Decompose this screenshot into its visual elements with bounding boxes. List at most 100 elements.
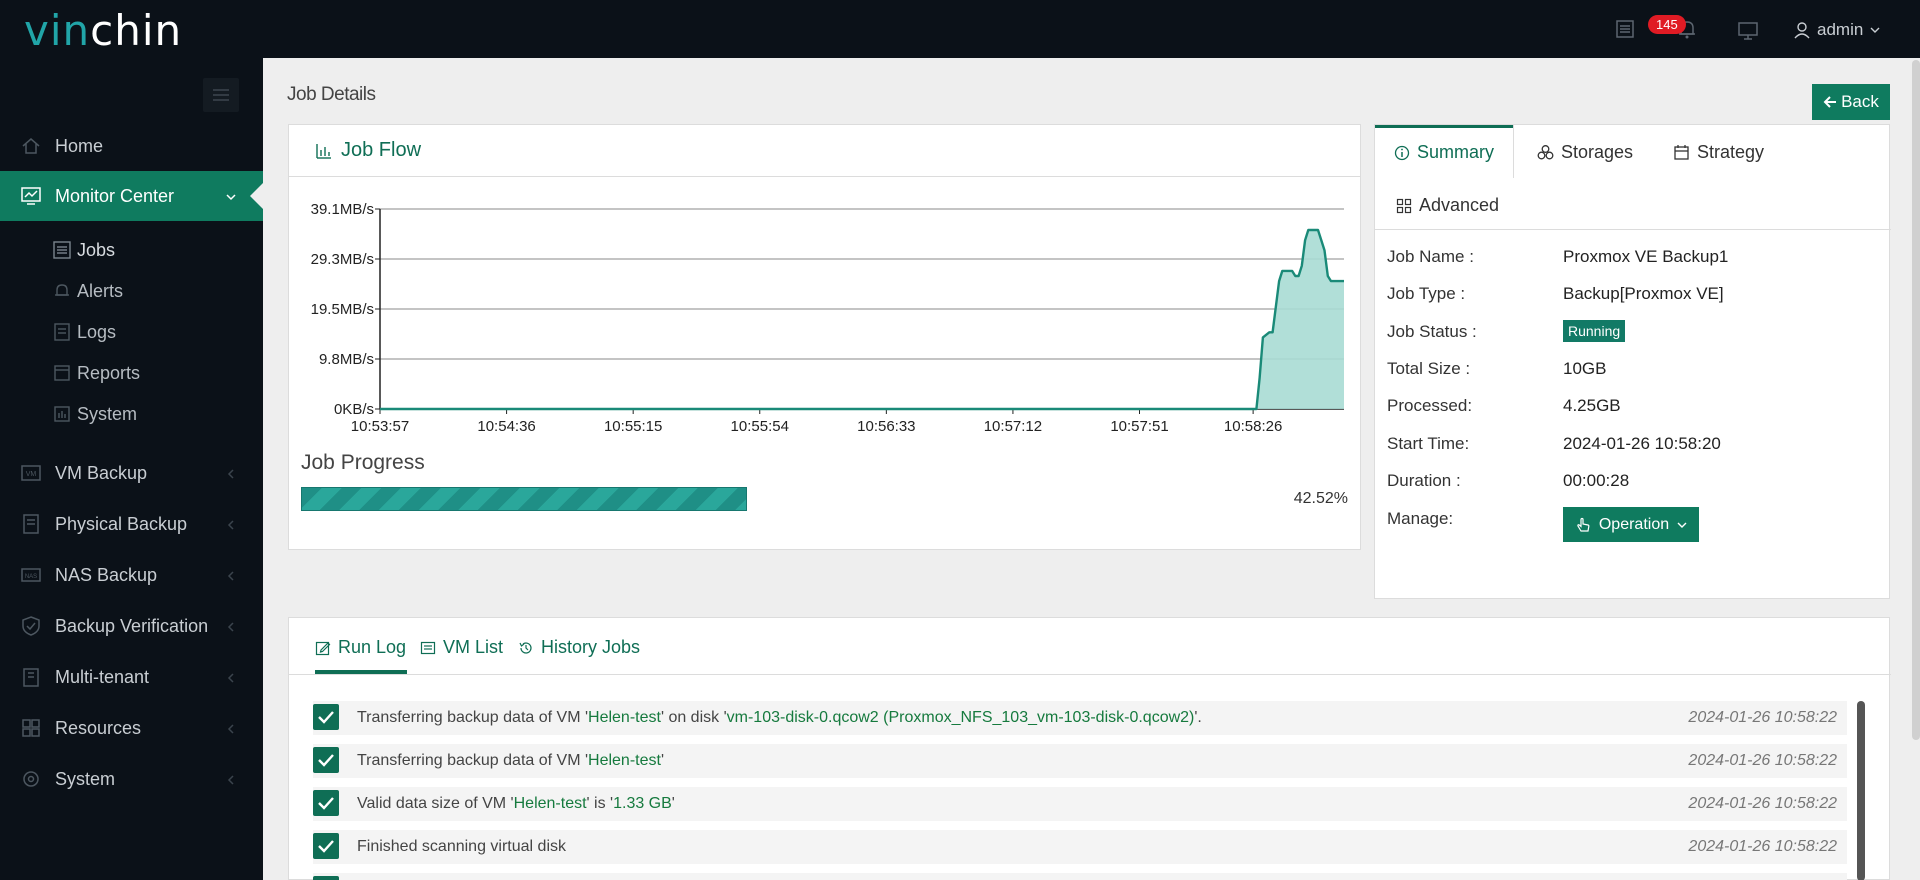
x-tick-label: 10:53:57	[351, 418, 409, 435]
tab-run-log[interactable]: Run Log	[315, 637, 406, 658]
home-icon	[22, 138, 40, 154]
x-tick-label: 10:56:33	[857, 418, 915, 435]
start-time-label: Start Time:	[1387, 434, 1470, 453]
duration-label: Duration :	[1387, 471, 1461, 490]
sidebar-subitem-logs[interactable]: Logs	[0, 312, 263, 352]
chevron-left-icon	[227, 469, 234, 479]
log-scrollbar[interactable]	[1857, 701, 1865, 880]
sidebar-subitem-reports[interactable]: Reports	[0, 353, 263, 393]
chart-icon	[316, 143, 331, 159]
checkmark-svg	[318, 840, 334, 853]
job-progress-title: Job Progress	[301, 451, 425, 474]
tab-active-indicator	[1375, 125, 1513, 128]
log-message: Finished scanning virtual disk	[357, 838, 566, 856]
duration-value: 00:00:28	[1563, 471, 1630, 490]
log-row: Transferring backup data of VM 'Helen-te…	[313, 701, 1847, 735]
top-bar: vinchin 145 admin	[0, 0, 1920, 58]
log-highlight: 1.33 GB	[613, 795, 672, 812]
page-scrollbar[interactable]	[1912, 60, 1920, 740]
check-icon	[313, 876, 339, 880]
logo-part-vin: vin	[24, 6, 91, 55]
gear-icon	[23, 771, 39, 787]
sidebar-subitem-alerts[interactable]: Alerts	[0, 271, 263, 311]
log-text: Transferring backup data of VM '	[357, 752, 589, 769]
x-tick-label: 10:57:51	[1110, 418, 1168, 435]
sidebar-item-label: Monitor Center	[55, 185, 175, 206]
x-tick-label: 10:55:15	[604, 418, 662, 435]
job-flow-header: Job Flow	[289, 125, 1360, 177]
back-button[interactable]: Back	[1812, 84, 1890, 120]
info-icon	[1394, 145, 1410, 160]
sidebar-item-physical-backup[interactable]: Physical Backup	[0, 499, 263, 549]
sidebar-subitem-label: Logs	[77, 322, 117, 342]
job-flow-chart: 0KB/s 9.8MB/s 19.5MB/s 29.3MB/s 39.1MB/s 10:5…	[311, 201, 1344, 435]
sidebar-item-vm-backup[interactable]: VM VM Backup	[0, 448, 263, 498]
log-highlight: vm-103-disk-0.qcow2 (Proxmox_NFS_103_vm-…	[726, 709, 1195, 726]
edit-icon	[315, 641, 331, 655]
log-text: '	[660, 752, 664, 769]
check-icon	[313, 704, 339, 730]
job-type-value: Backup[Proxmox VE]	[1563, 284, 1724, 303]
sidebar-collapse-button[interactable]	[203, 78, 239, 112]
history-icon	[519, 641, 532, 654]
tab-label: Summary	[1417, 142, 1495, 162]
log-time: 2024-01-26 10:58:22	[1688, 795, 1837, 812]
check-icon	[313, 833, 339, 859]
log-text: Finished scanning virtual disk	[357, 838, 566, 855]
log-row: Finished scanning virtual disk 2024-01-2…	[313, 830, 1847, 864]
job-progress-bar	[301, 487, 747, 511]
chevron-left-icon	[227, 673, 234, 683]
log-message: Valid data size of VM 'Helen-test' is '1…	[357, 795, 675, 813]
grid-icon	[1396, 198, 1412, 213]
y-tick-label: 39.1MB/s	[311, 201, 374, 218]
tab-summary-content: Summary	[1394, 142, 1494, 163]
log-text: ' on disk '	[660, 709, 727, 726]
y-tick-label: 0KB/s	[334, 401, 374, 418]
page-title: Job Details	[287, 84, 376, 105]
logo-part-chin: chin	[90, 6, 183, 55]
tabs-divider	[1375, 229, 1891, 230]
operation-button[interactable]: Operation	[1563, 507, 1699, 542]
sidebar-item-multi-tenant[interactable]: Multi-tenant	[0, 652, 263, 702]
tab-advanced[interactable]: Advanced	[1396, 195, 1499, 216]
summary-panel: Summary Storages Strategy Advanced Job N…	[1374, 124, 1891, 599]
checkmark-svg	[318, 797, 334, 810]
sidebar-item-system[interactable]: System	[0, 754, 263, 804]
log-time: 2024-01-26 10:58:22	[1688, 752, 1837, 769]
sidebar-item-backup-verification[interactable]: Backup Verification	[0, 601, 263, 651]
x-tick-label: 10:58:26	[1224, 418, 1282, 435]
y-tick-label: 9.8MB/s	[319, 351, 374, 368]
sidebar-item-nas-backup[interactable]: NAS NAS Backup	[0, 550, 263, 600]
total-size-value: 10GB	[1563, 359, 1607, 378]
tab-history-jobs[interactable]: History Jobs	[518, 637, 640, 658]
sidebar: Home Monitor Center Jobs Alerts Logs Rep…	[0, 58, 263, 880]
chevron-down-icon	[1677, 522, 1687, 528]
tab-strategy[interactable]: Strategy	[1673, 142, 1764, 163]
log-time: 2024-01-26 10:58:22	[1688, 838, 1837, 855]
x-tick-label: 10:54:36	[477, 418, 535, 435]
series-area	[380, 230, 1344, 409]
start-time-value: 2024-01-26 10:58:20	[1563, 434, 1721, 453]
sidebar-subitem-jobs[interactable]: Jobs	[0, 230, 263, 270]
check-icon	[313, 747, 339, 773]
sidebar-subitem-system[interactable]: System	[0, 394, 263, 434]
user-menu[interactable]: admin	[1793, 20, 1881, 40]
vinchin-logo[interactable]: vinchin	[24, 6, 182, 55]
job-status-value: Running	[1563, 320, 1626, 342]
notification-badge[interactable]: 145	[1648, 15, 1686, 34]
monitor-chart-icon	[21, 187, 41, 205]
operation-button-label: Operation	[1598, 515, 1670, 533]
sidebar-item-monitor-center[interactable]: Monitor Center	[0, 171, 263, 221]
processed-value: 4.25GB	[1563, 396, 1621, 415]
series-line	[380, 228, 1344, 411]
task-list-icon[interactable]	[1614, 18, 1636, 40]
sidebar-item-home[interactable]: Home	[0, 121, 263, 171]
monitor-icon[interactable]	[1737, 20, 1759, 42]
log-text: '	[671, 795, 675, 812]
job-name-label: Job Name :	[1387, 247, 1474, 266]
tab-storages[interactable]: Storages	[1537, 142, 1633, 163]
tab-vm-list[interactable]: VM List	[420, 637, 503, 658]
sidebar-item-resources[interactable]: Resources	[0, 703, 263, 753]
log-text: ' is '	[586, 795, 614, 812]
log-message: Transferring backup data of VM 'Helen-te…	[357, 709, 1202, 727]
